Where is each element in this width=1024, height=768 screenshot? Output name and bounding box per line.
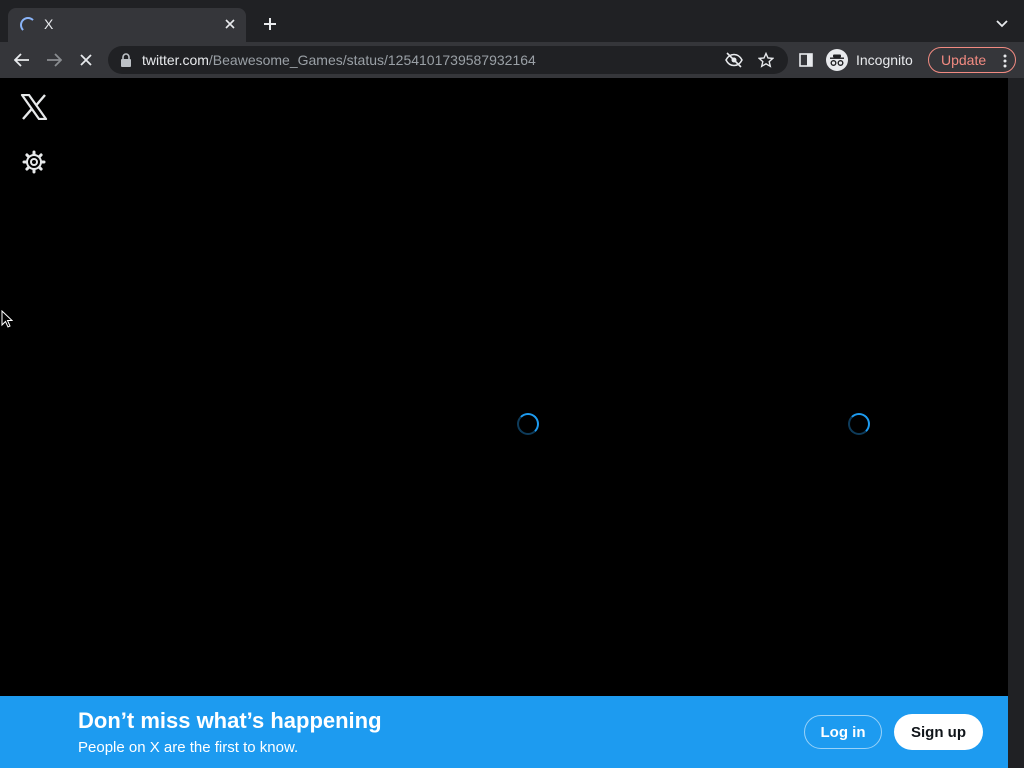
log-in-button[interactable]: Log in (804, 715, 882, 749)
x-logo-icon[interactable] (20, 93, 48, 121)
url-host: twitter.com (142, 52, 209, 68)
url-path: /Beawesome_Games/status/1254101739587932… (208, 52, 536, 68)
gear-icon[interactable] (22, 150, 46, 174)
address-bar[interactable]: twitter.com/Beawesome_Games/status/12541… (108, 46, 788, 74)
loading-spinner-icon (848, 413, 870, 435)
mouse-cursor-icon (1, 309, 14, 333)
tab-search-chevron-icon[interactable] (992, 14, 1012, 34)
stop-loading-icon[interactable] (74, 48, 98, 72)
tab-close-icon[interactable] (222, 16, 238, 32)
sign-up-button[interactable]: Sign up (894, 714, 983, 750)
new-tab-icon[interactable] (260, 14, 280, 34)
back-icon[interactable] (10, 48, 34, 72)
browser-tab[interactable]: X (8, 8, 246, 42)
address-url[interactable]: twitter.com/Beawesome_Games/status/12541… (142, 52, 536, 68)
login-prompt-banner: Don’t miss what’s happening People on X … (0, 696, 1008, 768)
incognito-icon (826, 49, 848, 71)
lock-icon[interactable] (120, 53, 132, 67)
update-label: Update (941, 52, 987, 68)
forward-icon[interactable] (42, 48, 66, 72)
banner-title: Don’t miss what’s happening (78, 708, 382, 733)
tab-title: X (44, 16, 54, 32)
update-button[interactable]: Update (928, 47, 1016, 73)
browser-toolbar: twitter.com/Beawesome_Games/status/12541… (0, 42, 1024, 78)
menu-kebab-icon[interactable] (1003, 54, 1007, 68)
loading-spinner-icon (517, 413, 539, 435)
banner-subtitle: People on X are the first to know. (78, 739, 299, 756)
bookmark-star-icon[interactable] (756, 50, 776, 70)
tab-loading-icon (20, 17, 36, 33)
page-viewport (0, 78, 1008, 768)
incognito-indicator[interactable]: Incognito (826, 47, 913, 73)
browser-tabstrip: X (0, 0, 1024, 42)
side-panel-icon[interactable] (794, 48, 818, 72)
page-scrollbar[interactable] (1008, 78, 1024, 768)
tracking-protection-eye-off-icon[interactable] (724, 50, 744, 70)
incognito-label: Incognito (856, 52, 913, 68)
